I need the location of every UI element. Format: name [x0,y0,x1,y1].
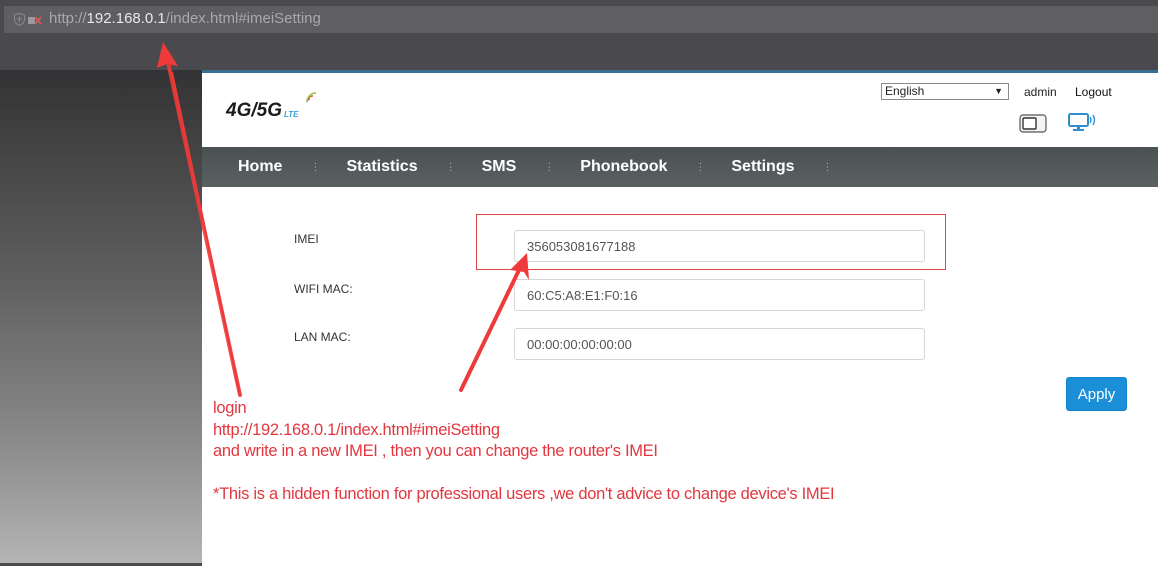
nav-separator: ⋮ [695,161,706,173]
sim-card-icon [1019,114,1047,133]
page-background [0,70,202,563]
browser-toolbar-strip [0,33,1158,70]
address-bar[interactable]: http://192.168.0.1/index.html#imeiSettin… [4,6,1158,33]
nav-separator: ⋮ [822,161,833,173]
imei-highlight-box [476,214,946,270]
shield-icon [14,13,25,26]
nav-phonebook[interactable]: Phonebook [580,158,667,176]
logo-lte-text: LTE [283,110,299,119]
router-admin-page: 4G/5G LTE English ▼ admin Logout Home ⋮ … [202,70,1158,566]
annotation-warning-note: *This is a hidden function for professio… [213,485,835,503]
nav-statistics[interactable]: Statistics [346,158,417,176]
annotation-line-url: http://192.168.0.1/index.html#imeiSettin… [213,420,500,439]
insecure-connection-icon [28,15,42,25]
imei-label: IMEI [294,232,319,246]
logout-link[interactable]: Logout [1075,85,1112,99]
annotation-line-instruction: and write in a new IMEI , then you can c… [213,442,658,460]
address-bar-icons [14,13,42,26]
wifi-mac-input[interactable] [514,279,925,311]
wifi-mac-label: WIFI MAC: [294,282,353,296]
url-text[interactable]: http://192.168.0.1/index.html#imeiSettin… [49,10,321,27]
nav-separator: ⋮ [544,161,555,173]
instruction-annotation: login http://192.168.0.1/index.html#imei… [213,398,835,506]
nav-home[interactable]: Home [238,158,282,176]
signal-waves-icon [306,92,317,103]
annotation-line-login: login [213,399,247,417]
lan-mac-label: LAN MAC: [294,330,351,344]
url-path: /index.html#imeiSetting [165,10,321,27]
main-nav: Home ⋮ Statistics ⋮ SMS ⋮ Phonebook ⋮ Se… [202,147,1158,187]
wifi-connected-device-icon [1068,113,1096,131]
url-host: 192.168.0.1 [86,10,166,27]
lan-mac-input[interactable] [514,328,925,360]
language-select[interactable]: English ▼ [881,83,1009,100]
nav-sms[interactable]: SMS [482,158,517,176]
nav-settings[interactable]: Settings [731,158,794,176]
brand-logo: 4G/5G LTE [226,92,317,122]
apply-button[interactable]: Apply [1066,377,1127,411]
dropdown-arrow-icon: ▼ [994,86,1003,96]
language-select-value: English [885,84,925,98]
nav-separator: ⋮ [310,161,321,173]
nav-separator: ⋮ [445,161,456,173]
url-prefix: http:// [49,10,87,27]
logo-text: 4G/5G [226,100,282,121]
current-user: admin [1024,85,1057,99]
